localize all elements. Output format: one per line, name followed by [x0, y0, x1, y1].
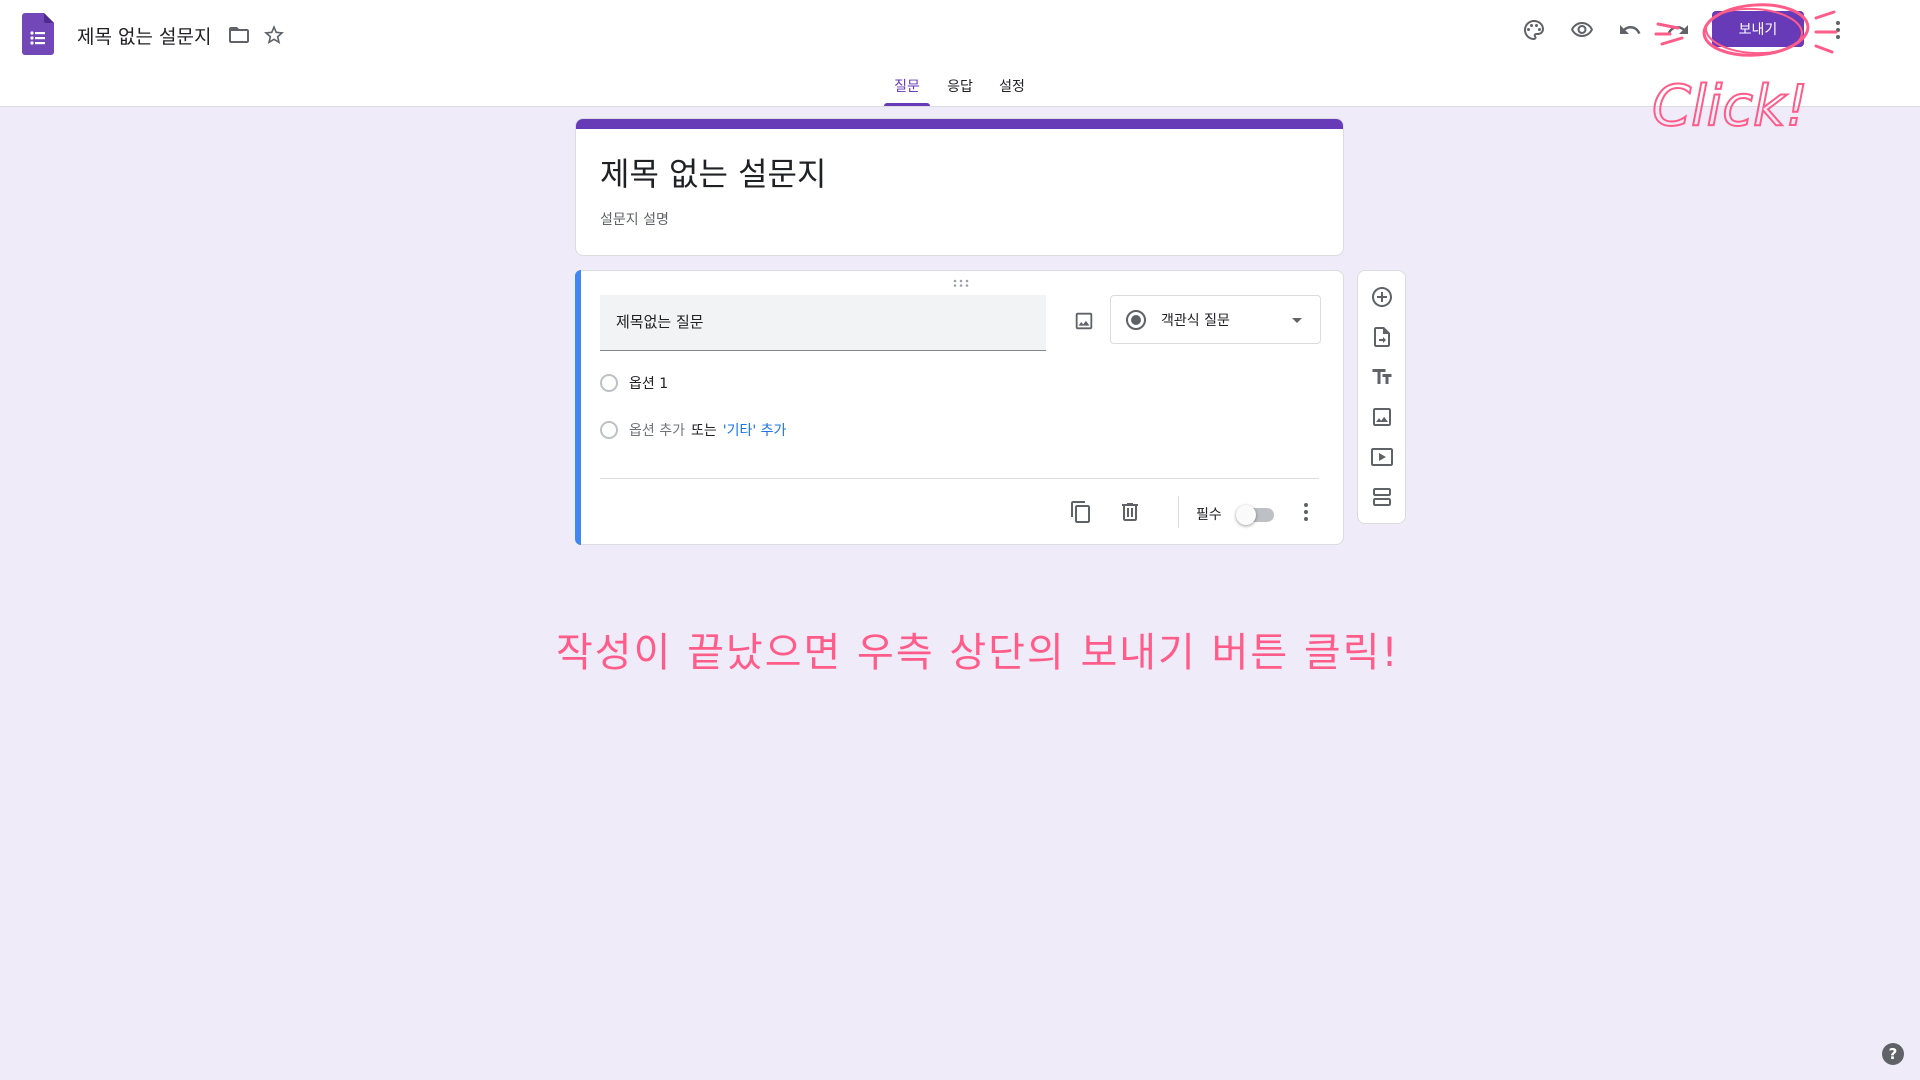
delete-icon[interactable] [1112, 494, 1148, 530]
form-description[interactable]: 설문지 설명 [600, 209, 669, 229]
help-icon[interactable]: ? [1882, 1043, 1904, 1065]
side-toolbar [1357, 270, 1406, 524]
star-icon[interactable] [256, 17, 292, 53]
option-item[interactable]: 옵션 1 [600, 371, 668, 395]
add-option-row: 옵션 추가 또는 '기타' 추가 [600, 418, 786, 442]
question-card: 제목없는 질문 객관식 질문 옵션 1 옵션 추가 또는 '기타' 추가 필수 [575, 270, 1344, 545]
question-title-input[interactable]: 제목없는 질문 [600, 295, 1046, 351]
duplicate-icon[interactable] [1063, 494, 1099, 530]
footer-separator [1178, 496, 1179, 528]
add-option-input[interactable]: 옵션 추가 [629, 420, 685, 440]
form-title-card: 제목 없는 설문지 설문지 설명 [575, 118, 1344, 256]
footer-divider [600, 478, 1319, 479]
doc-title[interactable]: 제목 없는 설문지 [77, 22, 211, 49]
add-question-icon[interactable] [1364, 279, 1400, 315]
question-type-select[interactable]: 객관식 질문 [1110, 295, 1321, 344]
option-label[interactable]: 옵션 1 [629, 373, 668, 393]
send-button[interactable]: 보내기 [1712, 11, 1804, 47]
tab-responses[interactable]: 응답 [946, 76, 974, 106]
app-header: 제목 없는 설문지 보내기 질문 응답 설정 [0, 0, 1920, 107]
undo-icon[interactable] [1612, 12, 1648, 48]
tab-questions[interactable]: 질문 [884, 76, 930, 106]
or-text: 또는 [690, 423, 717, 439]
palette-icon[interactable] [1516, 12, 1552, 48]
tab-bar: 질문 응답 설정 [0, 72, 1920, 106]
question-focus-accent [575, 270, 581, 545]
accent-bar [576, 119, 1343, 129]
instruction-annotation: 작성이 끝났으면 우측 상단의 보내기 버튼 클릭! [556, 630, 1400, 676]
forms-logo-icon[interactable] [22, 13, 54, 55]
question-type-label: 객관식 질문 [1161, 313, 1230, 329]
import-questions-icon[interactable] [1364, 319, 1400, 355]
radio-circle-icon [600, 374, 618, 392]
drag-handle-icon[interactable] [952, 279, 970, 287]
chevron-down-icon [1292, 318, 1302, 323]
add-image-icon[interactable] [1066, 303, 1102, 339]
radio-button-icon [1126, 310, 1146, 330]
add-title-icon[interactable] [1364, 359, 1400, 395]
add-other-link[interactable]: '기타' 추가 [723, 420, 787, 440]
add-video-icon[interactable] [1364, 439, 1400, 475]
more-vert-icon[interactable] [1288, 494, 1324, 530]
tab-settings[interactable]: 설정 [998, 76, 1026, 106]
required-label: 필수 [1196, 507, 1222, 523]
folder-icon[interactable] [221, 17, 257, 53]
add-section-icon[interactable] [1364, 479, 1400, 515]
eye-icon[interactable] [1564, 12, 1600, 48]
add-image-icon[interactable] [1364, 399, 1400, 435]
radio-circle-icon [600, 421, 618, 439]
form-title[interactable]: 제목 없는 설문지 [600, 149, 826, 195]
toggle-knob [1236, 505, 1256, 525]
redo-icon[interactable] [1660, 12, 1696, 48]
more-vert-icon[interactable] [1820, 12, 1856, 48]
required-toggle[interactable] [1236, 504, 1274, 525]
